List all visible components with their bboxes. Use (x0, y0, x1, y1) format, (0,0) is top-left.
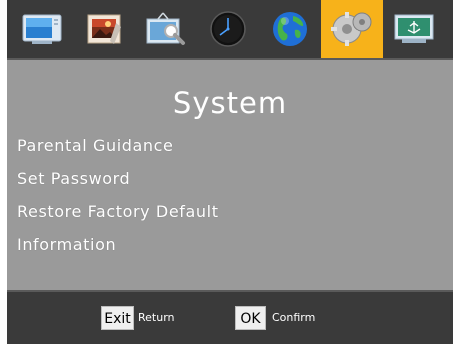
ok-hint: Confirm (272, 311, 316, 324)
menu-item-information[interactable]: Information (17, 236, 219, 269)
channel-search-icon (146, 12, 185, 45)
menu-item-restore-factory-default[interactable]: Restore Factory Default (17, 203, 219, 236)
tv-icon (22, 14, 62, 44)
menu-frame: System Parental Guidance Set Password Re… (7, 0, 453, 344)
exit-key[interactable]: Exit (101, 306, 134, 330)
tab-time[interactable] (197, 0, 259, 58)
menu-item-parental-guidance[interactable]: Parental Guidance (17, 137, 219, 170)
key-hint-bar: Exit Return OK Confirm (7, 292, 453, 344)
tab-picture[interactable] (73, 0, 135, 58)
clock-icon (210, 11, 246, 47)
page-title: System (172, 86, 288, 120)
menu-tab-bar (7, 0, 453, 58)
globe-icon (273, 12, 307, 46)
tab-language[interactable] (259, 0, 321, 58)
ok-key[interactable]: OK (235, 306, 266, 330)
tab-usb[interactable] (383, 0, 445, 58)
usb-icon (394, 14, 434, 43)
tab-channel-search[interactable] (135, 0, 197, 58)
tab-system[interactable] (321, 0, 383, 58)
exit-hint: Return (138, 311, 175, 324)
settings-list: Parental Guidance Set Password Restore F… (17, 137, 219, 269)
gears-icon (331, 12, 372, 46)
osd-screen: System Parental Guidance Set Password Re… (0, 0, 453, 344)
menu-item-set-password[interactable]: Set Password (17, 170, 219, 203)
system-menu-panel: System Parental Guidance Set Password Re… (7, 58, 453, 292)
picture-icon (87, 14, 121, 44)
tab-tv[interactable] (11, 0, 73, 58)
